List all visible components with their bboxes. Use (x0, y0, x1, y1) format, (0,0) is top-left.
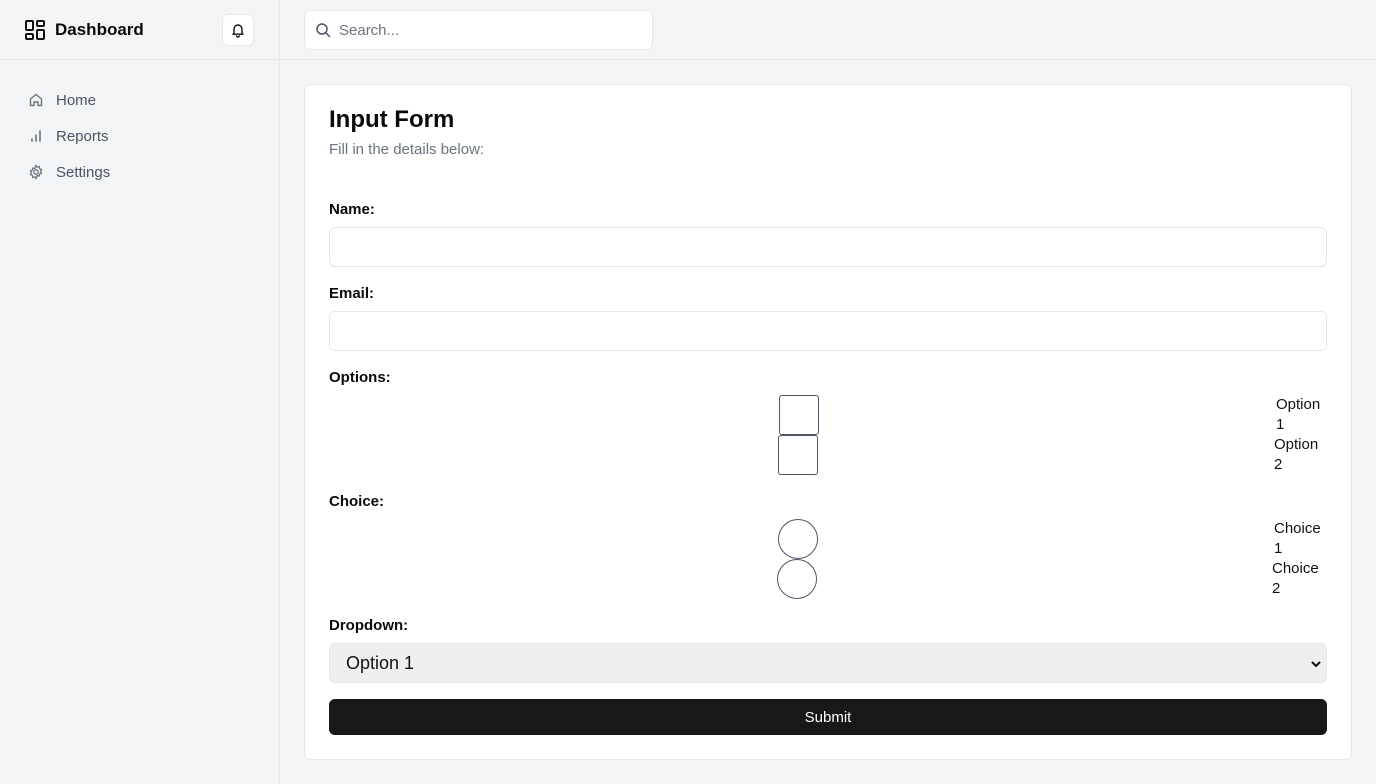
option-2-label: Option 2 (1274, 436, 1319, 473)
choice-2-radio[interactable] (777, 559, 817, 599)
page-subtitle: Fill in the details below: (329, 141, 485, 158)
choice-label: Choice: (329, 493, 385, 510)
option-2-checkbox[interactable] (778, 435, 818, 475)
bar-chart-icon (31, 130, 41, 142)
input-form-card: Input Form Fill in the details below: Na… (304, 84, 1352, 760)
options-label: Options: (329, 369, 391, 386)
submit-button[interactable]: Submit (329, 699, 1327, 735)
search-box[interactable] (304, 10, 653, 50)
dropdown-select[interactable]: Option 1 (329, 643, 1327, 683)
sidebar-item-label: Settings (56, 163, 111, 181)
page-title: Input Form (329, 106, 455, 133)
brand-title: Dashboard (55, 19, 144, 39)
dropdown-label: Dropdown: (329, 617, 409, 634)
option-1-checkbox[interactable] (779, 395, 819, 435)
dropdown-value: Option 1 (346, 652, 415, 673)
notifications-button[interactable] (222, 14, 254, 46)
email-label: Email: (329, 285, 375, 302)
sidebar: Dashboard Home Reports Settings (0, 0, 280, 784)
chevron-down-icon (1311, 661, 1321, 667)
dashboard-logo-icon (24, 19, 46, 41)
sidebar-item-home[interactable]: Home (0, 82, 279, 118)
sidebar-item-reports[interactable]: Reports (0, 118, 279, 154)
option-1-label: Option 1 (1276, 396, 1321, 433)
bell-icon (232, 24, 244, 38)
sidebar-item-settings[interactable]: Settings (0, 154, 279, 190)
gear-icon (29, 164, 43, 180)
search-icon (316, 23, 331, 38)
sidebar-item-label: Home (56, 91, 97, 109)
name-label: Name: (329, 201, 375, 218)
sidebar-item-label: Reports (56, 127, 109, 145)
sidebar-header: Dashboard (0, 0, 279, 60)
choice-2-label: Choice 2 (1272, 560, 1319, 597)
name-field[interactable] (329, 227, 1327, 267)
home-icon (29, 93, 43, 107)
choice-1-label: Choice 1 (1274, 520, 1321, 557)
search-input[interactable] (339, 21, 629, 39)
choice-1-radio[interactable] (778, 519, 818, 559)
email-field[interactable] (329, 311, 1327, 351)
topbar (280, 0, 1376, 60)
sidebar-nav: Home Reports Settings (0, 60, 279, 190)
